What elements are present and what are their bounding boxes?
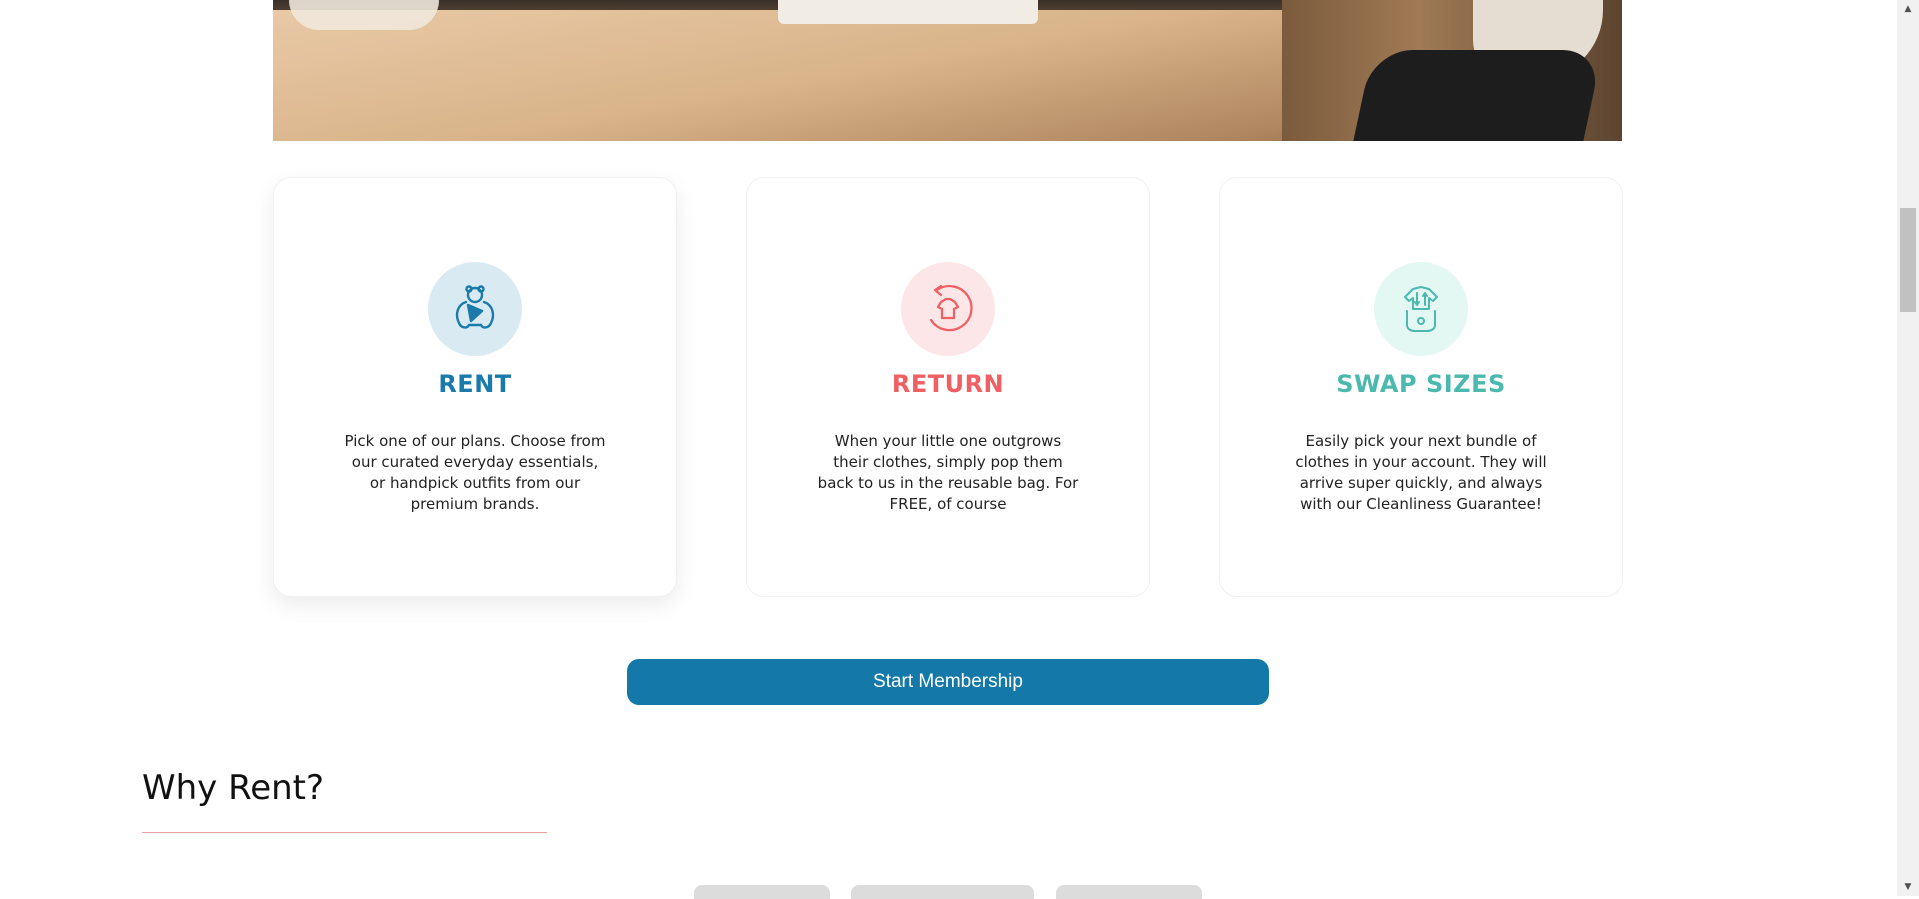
vertical-scrollbar[interactable]: ▲ ▼ <box>1897 0 1919 896</box>
section-divider <box>142 832 547 833</box>
return-shirt-icon <box>901 262 995 356</box>
step-description: Easily pick your next bundle of clothes … <box>1295 432 1547 513</box>
step-title: RENT <box>438 370 512 398</box>
why-rent-tab-3[interactable] <box>1056 885 1202 899</box>
step-title: RETURN <box>891 370 1005 398</box>
hero-image <box>273 0 1622 141</box>
section-title-why-rent: Why Rent? <box>142 768 325 808</box>
step-description: When your little one outgrows their clot… <box>817 432 1079 513</box>
hero-chair <box>1353 50 1603 141</box>
step-card-rent: RENT Pick one of our plans. Choose from … <box>273 177 677 597</box>
step-card-swap-sizes: SWAP SIZES Easily pick your next bundle … <box>1219 177 1623 597</box>
baby-bib-icon <box>428 262 522 356</box>
step-title: SWAP SIZES <box>1336 370 1506 398</box>
start-membership-button[interactable]: Start Membership <box>627 659 1269 705</box>
hero-keyboard <box>778 0 1038 24</box>
scroll-up-icon[interactable]: ▲ <box>1897 0 1919 18</box>
scroll-down-icon[interactable]: ▼ <box>1897 878 1919 896</box>
scroll-thumb[interactable] <box>1900 208 1916 312</box>
swap-sizes-icon <box>1374 262 1468 356</box>
hero-cup <box>289 0 439 30</box>
why-rent-tab-2[interactable] <box>851 885 1034 899</box>
step-card-return: RETURN When your little one outgrows the… <box>746 177 1150 597</box>
step-description: Pick one of our plans. Choose from our c… <box>344 432 606 513</box>
why-rent-tab-1[interactable] <box>694 885 830 899</box>
